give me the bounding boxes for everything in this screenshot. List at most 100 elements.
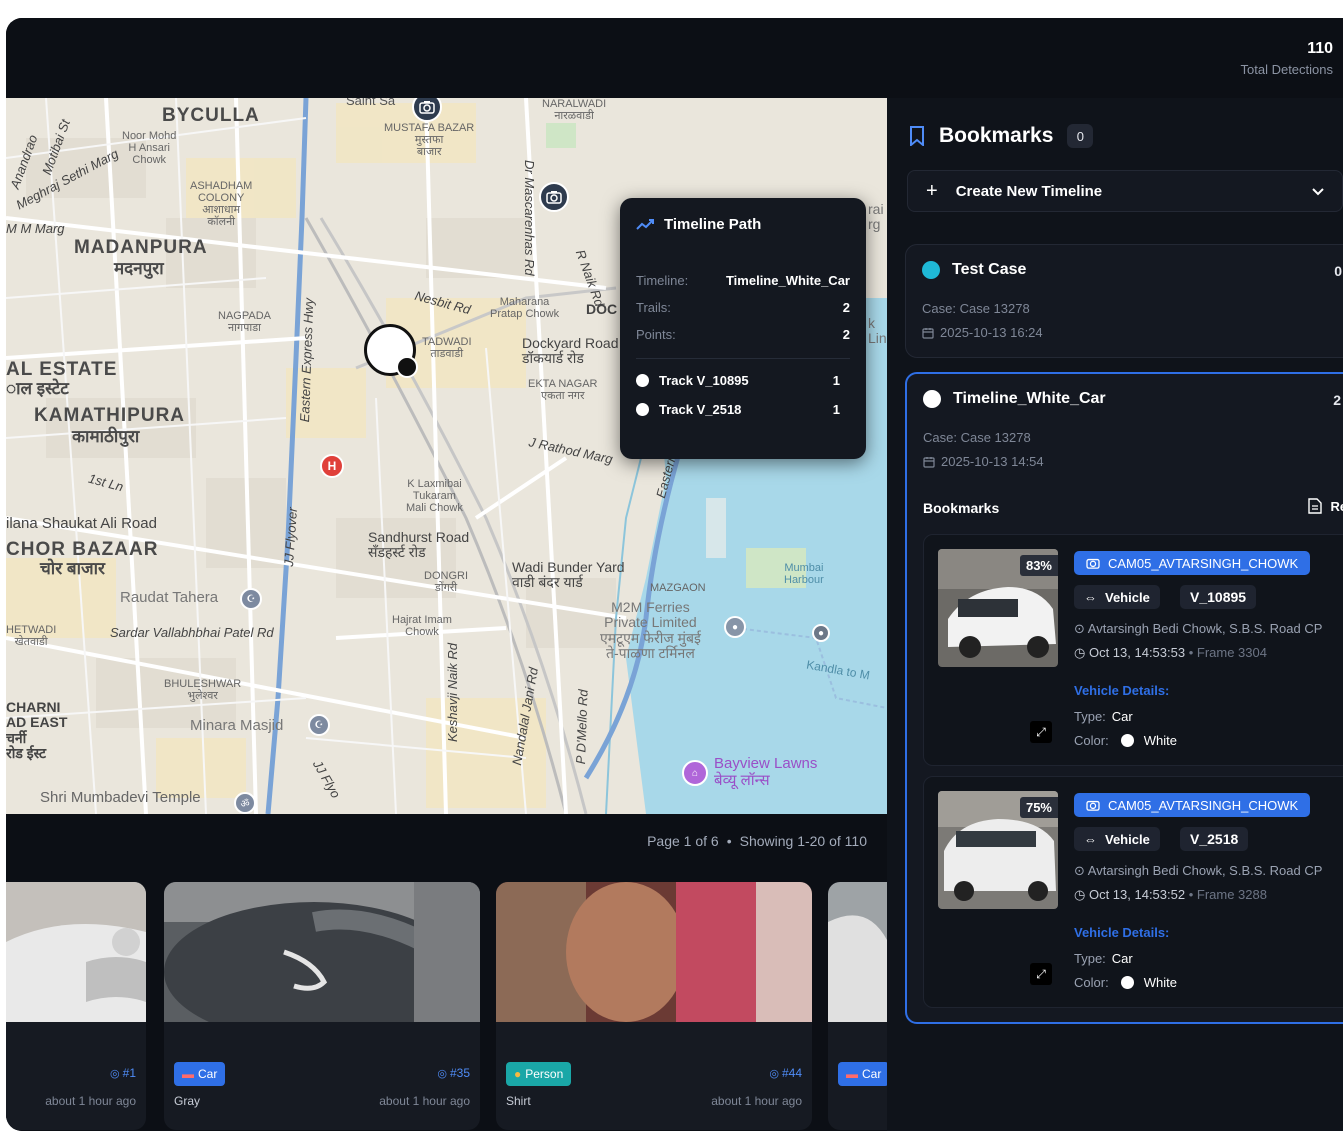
- map-label-al-estate: AL ESTATE: [6, 359, 118, 380]
- create-new-timeline-dropdown[interactable]: + Create New Timeline: [907, 170, 1343, 212]
- expand-icon[interactable]: ⤢: [1030, 721, 1052, 743]
- object-type-text: Vehicle: [1105, 589, 1150, 605]
- camera-tag: CAM05_AVTARSINGH_CHOWK: [1074, 551, 1311, 575]
- map-label-mumbai-harbour: Mumbai Harbour: [784, 562, 824, 587]
- vehicle-details-title: Vehicle Details:: [1074, 925, 1170, 940]
- raudat-tahera-poi-icon[interactable]: ☪: [240, 588, 262, 610]
- track-point-marker-dot[interactable]: [396, 356, 418, 378]
- car-icon: ⇔: [1084, 589, 1097, 605]
- vehicle-type-row: Type: Car: [1074, 709, 1133, 724]
- frame-text: • Frame 3304: [1188, 645, 1267, 660]
- timeline-trend-icon: [636, 218, 654, 230]
- track-number-text: #1: [122, 1066, 136, 1080]
- total-detections-stat: 110 Total Detections: [1241, 40, 1334, 77]
- map-label-minara-masjid: Minara Masjid: [190, 717, 284, 734]
- detection-meta-top: ● Person ◎ #44: [506, 1062, 802, 1086]
- chevron-down-icon: [1312, 183, 1324, 200]
- color-label: Color:: [1074, 733, 1109, 748]
- bookmark-item[interactable]: 75% CAM05_AVTARSINGH_CHOWK ⇔ Vehicle V_2…: [923, 776, 1343, 1008]
- map-label-chor-bazaar-devanagari: चोर बाजार: [40, 559, 105, 578]
- detection-class-badge: ● Person: [506, 1062, 572, 1086]
- badge-text: Car: [198, 1067, 218, 1081]
- clock-icon: ◷: [1074, 887, 1089, 902]
- track-id-chip: V_10895: [1180, 585, 1257, 609]
- location-text: Avtarsingh Bedi Chowk, S.B.S. Road CP: [1087, 863, 1323, 878]
- map-label-shaukat-ali-road: ilana Shaukat Ali Road: [6, 515, 157, 532]
- color-value: White: [1143, 733, 1177, 748]
- temple-poi-icon[interactable]: ॐ: [234, 792, 256, 814]
- timeline-popup-title: Timeline Path: [664, 216, 762, 233]
- vehicle-type-row: Type: Car: [1074, 951, 1133, 966]
- map-label-pd-mello-rd: P D'Mello Rd: [573, 689, 591, 765]
- map-view[interactable]: BYCULLA Noor Mohd H Ansari Chowk ASHADHA…: [6, 98, 887, 814]
- detection-meta-bottom: Gray about 1 hour ago: [174, 1094, 470, 1110]
- track-id-chip: V_2518: [1180, 827, 1249, 851]
- detection-card[interactable]: ● Person ◎ #44 Shirt about 1 hour ago: [496, 882, 812, 1130]
- camera-icon: [1086, 558, 1100, 569]
- points-row: Points: 2: [636, 327, 850, 342]
- detection-thumbnail: [828, 882, 887, 1022]
- harbour-poi-icon[interactable]: ●: [812, 624, 830, 642]
- bookmarks-sidebar: Bookmarks 0 + Create New Timeline Test C…: [887, 98, 1343, 1131]
- map-label-maharana-pratap-chowk: Maharana Pratap Chowk: [490, 296, 560, 321]
- case-card-timeline-white-car[interactable]: Timeline_White_Car 2 Case: Case 13278 20…: [905, 372, 1343, 1024]
- case-header: Test Case: [922, 261, 1026, 279]
- popup-divider: [636, 358, 850, 359]
- expand-icon[interactable]: ⤢: [1030, 963, 1052, 985]
- case-header: Timeline_White_Car: [923, 390, 1106, 408]
- map-label-bhuleshwar: BHULESHWAR भुलेश्वर: [164, 678, 242, 703]
- detection-card[interactable]: ▬ Car: [828, 882, 887, 1130]
- map-label-m2m-ferries: M2M Ferries Private Limited एमटूएम फेरीज…: [600, 599, 701, 662]
- map-label-al-estate-devanagari: ाल इस्टेट: [6, 379, 69, 398]
- type-label: Type:: [1074, 709, 1106, 724]
- bookmark-thumbnail[interactable]: 75%: [938, 791, 1058, 909]
- map-label-k-fragment: k Lin: [868, 315, 887, 347]
- camera-icon: [1086, 800, 1100, 811]
- map-label-noor-mohd: Noor Mohd H Ansari Chowk: [122, 130, 177, 167]
- points-label: Points:: [636, 327, 676, 342]
- points-value: 2: [842, 327, 850, 342]
- pin-icon: ⊙: [1074, 863, 1088, 878]
- track-row-1[interactable]: Track V_10895 1: [636, 373, 850, 388]
- detection-card[interactable]: ◎ #1 about 1 hour ago: [6, 882, 146, 1130]
- map-label-ekta-nagar: EKTA NAGAR एकता नगर: [528, 378, 598, 403]
- map-label-rai-fragment: rai rg: [868, 201, 884, 233]
- hospital-pin-icon[interactable]: H: [320, 454, 344, 478]
- timeline-value: Timeline_White_Car: [725, 273, 850, 288]
- case-card-test-case[interactable]: Test Case 0 Case: Case 13278 2025-10-13 …: [905, 244, 1343, 358]
- camera-pin-2[interactable]: [539, 182, 569, 212]
- ferry-poi-icon[interactable]: ●: [724, 616, 746, 638]
- car-icon: ▬: [846, 1067, 858, 1081]
- report-button[interactable]: Rep: [1308, 498, 1343, 514]
- case-info: Case: Case 13278: [922, 301, 1030, 316]
- color-value: White: [1143, 975, 1177, 990]
- case-bookmark-count: 2: [1333, 392, 1341, 408]
- detection-card[interactable]: ▬ Car ◎ #35 Gray about 1 hour ago: [164, 882, 480, 1130]
- detection-attribute: Gray: [174, 1094, 201, 1108]
- bookmark-item[interactable]: 83% CAM05_AVTARSINGH_CHOWK ⇔ Vehicle V_1…: [923, 534, 1343, 766]
- map-label-ashadham: ASHADHAM COLONY आशाधाम कॉलनी: [190, 180, 253, 229]
- map-label-madanpura-devanagari: मदनपुरा: [114, 259, 164, 278]
- showing-range: Showing 1-20 of 110: [739, 833, 867, 849]
- create-new-timeline-label: Create New Timeline: [955, 182, 1103, 200]
- bookmark-time: ◷ Oct 13, 14:53:53 • Frame 3304: [1074, 645, 1267, 661]
- track-number-text: #44: [781, 1066, 802, 1080]
- track-color-dot: [636, 403, 649, 416]
- map-label-naralwadi: NARALWADI नारळवाडी: [542, 98, 607, 123]
- minara-masjid-poi-icon[interactable]: ☪: [308, 714, 330, 736]
- detection-meta-bottom: Shirt about 1 hour ago: [506, 1094, 802, 1110]
- color-swatch: [1120, 734, 1134, 747]
- track-row-2[interactable]: Track V_2518 1: [636, 402, 850, 417]
- map-label-m-m-marg: M M Marg: [6, 221, 65, 236]
- detection-track-number: ◎ #44: [769, 1066, 802, 1080]
- map-label-saint: Saint Sa: [346, 98, 396, 108]
- time-text: Oct 13, 14:53:52: [1088, 887, 1186, 902]
- bookmark-thumbnail[interactable]: 83%: [938, 549, 1058, 667]
- type-label: Type:: [1074, 951, 1106, 966]
- header-bar: 110 Total Detections: [6, 18, 1343, 98]
- bookmark-location: ⊙ Avtarsingh Bedi Chowk, S.B.S. Road CP: [1074, 621, 1322, 637]
- bayview-lawns-poi-icon[interactable]: ⌂: [682, 760, 708, 786]
- timeline-row: Timeline: Timeline_White_Car: [636, 273, 850, 288]
- type-value: Car: [1111, 951, 1133, 966]
- map-label-bayview-lawns: Bayview Lawns बेव्यू लॉन्स: [714, 755, 818, 789]
